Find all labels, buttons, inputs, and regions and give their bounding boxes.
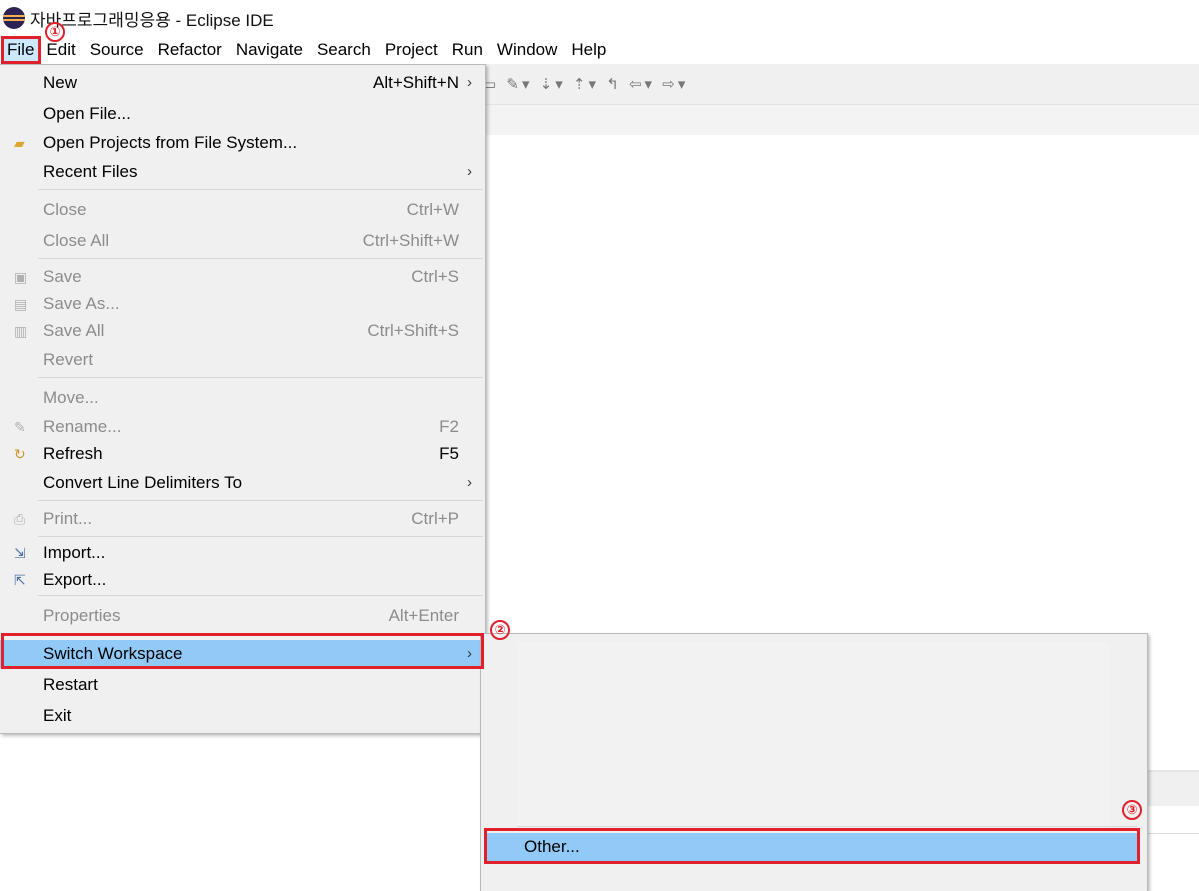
recent-workspaces-area — [517, 642, 1109, 827]
toolbar-icons[interactable]: ▭ ✎▾ ⇣▾ ⇡▾ ↰ ⇦▾ ⇨▾ — [482, 75, 688, 93]
last-edit-icon[interactable]: ↰ — [606, 76, 622, 93]
menu-bar: File Edit Source Refactor Navigate Searc… — [0, 36, 1199, 64]
menu-item-recent-files[interactable]: Recent Files › — [0, 158, 485, 186]
annotation-box-file — [1, 36, 41, 64]
menu-item-properties[interactable]: Properties Alt+Enter — [0, 602, 485, 630]
title-bar: 자바프로그래밍응용 - Eclipse IDE — [0, 0, 1199, 36]
submenu-arrow-icon: › — [467, 474, 472, 491]
eclipse-app-icon — [3, 7, 25, 29]
menu-project[interactable]: Project — [378, 37, 445, 63]
dropdown-arrow-icon[interactable]: ▾ — [555, 76, 566, 93]
menu-separator — [38, 258, 483, 259]
menu-source[interactable]: Source — [83, 37, 151, 63]
menu-run[interactable]: Run — [445, 37, 490, 63]
menu-item-move[interactable]: Move... — [0, 384, 485, 412]
menu-refactor[interactable]: Refactor — [151, 37, 229, 63]
save-icon: ▣ — [14, 269, 28, 285]
menu-item-new[interactable]: New Alt+Shift+N › — [0, 69, 485, 97]
main-toolbar: ▭ ✎▾ ⇣▾ ⇡▾ ↰ ⇦▾ ⇨▾ — [480, 64, 1199, 105]
submenu-arrow-icon: › — [467, 163, 472, 180]
dropdown-arrow-icon[interactable]: ▾ — [645, 76, 656, 93]
save-as-icon: ▤ — [14, 296, 28, 312]
pin-icon[interactable]: ⇡ — [573, 76, 589, 93]
menu-separator — [38, 500, 483, 501]
menu-separator — [38, 595, 483, 596]
bottom-panel-tabs — [1144, 770, 1199, 806]
dropdown-arrow-icon[interactable]: ▾ — [678, 76, 689, 93]
menu-help[interactable]: Help — [564, 37, 613, 63]
annotation-box-other — [484, 828, 1140, 864]
save-all-icon: ▥ — [14, 323, 28, 339]
menu-item-close[interactable]: Close Ctrl+W — [0, 196, 485, 224]
menu-item-restart[interactable]: Restart — [0, 671, 485, 699]
submenu-arrow-icon: › — [467, 74, 472, 91]
back-arrow-icon[interactable]: ⇦ — [629, 76, 645, 93]
menu-separator — [38, 536, 483, 537]
menu-item-export[interactable]: ⇱ Export... — [0, 566, 485, 594]
menu-item-save-all[interactable]: ▥ Save All Ctrl+Shift+S — [0, 317, 485, 345]
menu-item-open-projects[interactable]: ▰ Open Projects from File System... — [0, 129, 485, 157]
menu-separator — [38, 377, 483, 378]
menu-navigate[interactable]: Navigate — [229, 37, 310, 63]
window-title: 자바프로그래밍응용 - Eclipse IDE — [30, 10, 274, 30]
refresh-icon: ↻ — [14, 446, 26, 462]
menu-window[interactable]: Window — [490, 37, 564, 63]
menu-item-close-all[interactable]: Close All Ctrl+Shift+W — [0, 227, 485, 255]
menu-search[interactable]: Search — [310, 37, 378, 63]
toolbar-strip — [480, 105, 1199, 135]
import-icon: ⇲ — [14, 545, 26, 561]
menu-item-exit[interactable]: Exit — [0, 702, 485, 730]
wand-icon[interactable]: ✎ — [506, 76, 522, 93]
panel-divider — [1144, 833, 1199, 834]
annotation-icon[interactable]: ⇣ — [540, 76, 556, 93]
left-view-area — [0, 733, 481, 891]
forward-arrow-icon[interactable]: ⇨ — [662, 76, 678, 93]
menu-edit[interactable]: Edit — [39, 37, 82, 63]
print-icon: ⎙ — [14, 511, 26, 527]
dropdown-arrow-icon[interactable]: ▾ — [522, 76, 533, 93]
menu-item-revert[interactable]: Revert — [0, 346, 485, 374]
annotation-badge-1: ① — [45, 22, 65, 42]
menu-separator — [38, 189, 483, 190]
rename-icon: ✎ — [14, 419, 26, 435]
annotation-badge-2: ② — [490, 620, 510, 640]
annotation-badge-3: ③ — [1122, 800, 1142, 820]
menu-item-open-file[interactable]: Open File... — [0, 100, 485, 128]
menu-item-print[interactable]: ⎙ Print... Ctrl+P — [0, 505, 485, 533]
annotation-box-switch-workspace — [1, 633, 484, 669]
menu-item-save-as[interactable]: ▤ Save As... — [0, 290, 485, 318]
export-icon: ⇱ — [14, 572, 26, 588]
menu-item-import[interactable]: ⇲ Import... — [0, 539, 485, 567]
menu-item-refresh[interactable]: ↻ Refresh F5 — [0, 440, 485, 468]
menu-item-save[interactable]: ▣ Save Ctrl+S — [0, 263, 485, 291]
dropdown-arrow-icon[interactable]: ▾ — [589, 76, 600, 93]
folder-icon: ▰ — [14, 135, 25, 151]
menu-item-rename[interactable]: ✎ Rename... F2 — [0, 413, 485, 441]
menu-separator — [517, 826, 1137, 827]
menu-item-convert-line-delimiters[interactable]: Convert Line Delimiters To › — [0, 469, 485, 497]
